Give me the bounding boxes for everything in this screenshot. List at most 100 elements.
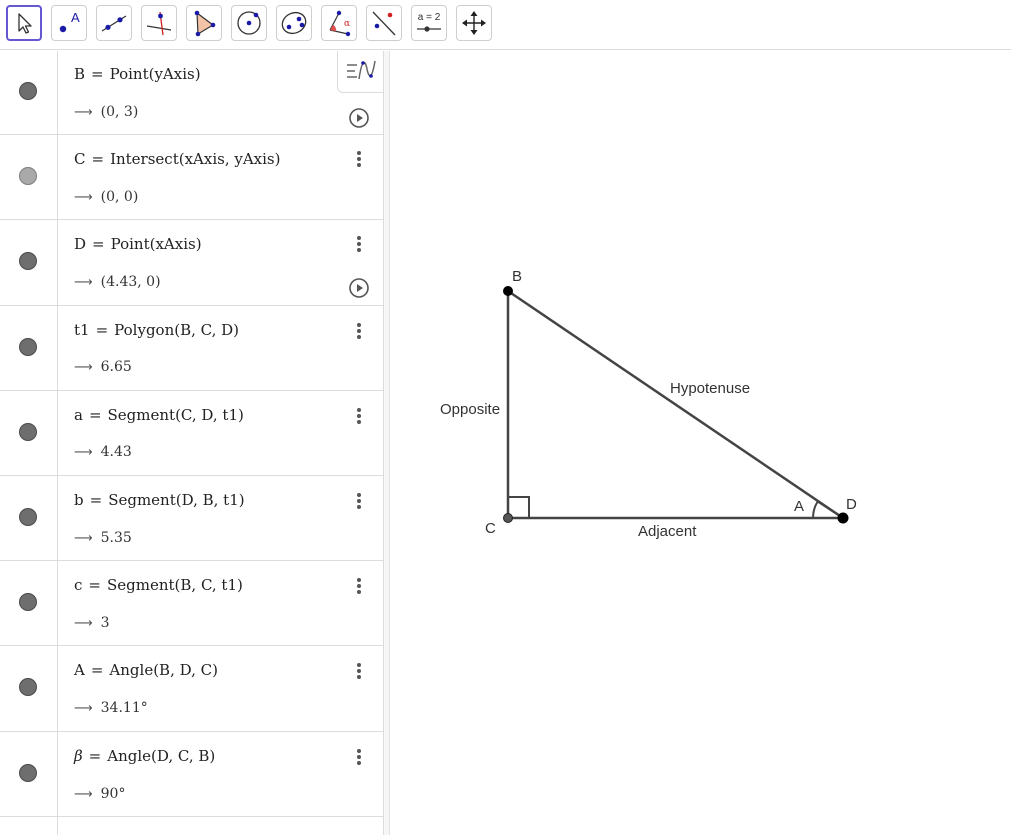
algebra-row-a[interactable]: a = Segment(C, D, t1) ⟶ 4.43 xyxy=(0,391,383,476)
algebra-value: ⟶ 5.35 xyxy=(74,530,132,546)
more-options-button[interactable] xyxy=(351,406,367,426)
graphics-view[interactable]: B C D A Opposite Hypotenuse Adjacent xyxy=(391,51,1011,835)
definition-text: Point(yAxis) xyxy=(109,65,201,83)
more-options-button[interactable] xyxy=(351,321,367,341)
angle-tool-button[interactable]: α xyxy=(321,5,357,41)
definition-text: Intersect(xAxis, yAxis) xyxy=(110,150,281,168)
object-name: t1 xyxy=(74,321,90,339)
algebra-definition[interactable]: A = Angle(B, D, C) xyxy=(74,661,218,679)
algebra-style-bar-button[interactable] xyxy=(337,51,383,93)
visibility-toggle[interactable] xyxy=(19,252,37,270)
label-opposite: Opposite xyxy=(440,401,500,418)
perpendicular-line-tool-button[interactable] xyxy=(141,5,177,41)
value-text: (4.43, 0) xyxy=(100,274,161,290)
move-tool-button[interactable] xyxy=(6,5,42,41)
more-options-button[interactable] xyxy=(351,149,367,169)
more-options-button[interactable] xyxy=(351,576,367,596)
algebra-view: B = Point(yAxis) ⟶ (0, 3) C = Intersect(… xyxy=(0,51,384,835)
algebra-value: ⟶ (0, 0) xyxy=(74,189,138,205)
equals-sign: = xyxy=(92,235,105,253)
visibility-toggle[interactable] xyxy=(19,764,37,782)
circle-tool-button[interactable] xyxy=(231,5,267,41)
visibility-toggle[interactable] xyxy=(19,593,37,611)
algebra-definition[interactable]: D = Point(xAxis) xyxy=(74,235,202,253)
value-text: (0, 0) xyxy=(100,189,139,205)
more-options-button[interactable] xyxy=(351,234,367,254)
algebra-input-row[interactable] xyxy=(0,817,383,835)
label-point-C: C xyxy=(485,520,496,537)
point-tool-button[interactable]: A xyxy=(51,5,87,41)
label-hypotenuse: Hypotenuse xyxy=(670,380,750,397)
play-icon xyxy=(349,108,369,128)
move-graphics-view-tool-button[interactable] xyxy=(456,5,492,41)
algebra-definition[interactable]: β = Angle(D, C, B) xyxy=(74,747,215,765)
label-adjacent: Adjacent xyxy=(638,523,697,540)
visibility-toggle[interactable] xyxy=(19,82,37,100)
more-options-button[interactable] xyxy=(351,661,367,681)
algebra-value: ⟶ (4.43, 0) xyxy=(74,274,161,290)
result-arrow: ⟶ xyxy=(74,360,93,375)
visibility-toggle[interactable] xyxy=(19,167,37,185)
point-D[interactable] xyxy=(837,512,849,524)
polygon-icon xyxy=(194,10,216,37)
result-arrow: ⟶ xyxy=(74,787,93,802)
reflect-tool-button[interactable] xyxy=(366,5,402,41)
result-arrow: ⟶ xyxy=(74,531,93,546)
algebra-row-C[interactable]: C = Intersect(xAxis, yAxis) ⟶ (0, 0) xyxy=(0,135,383,220)
algebra-row-D[interactable]: D = Point(xAxis) ⟶ (4.43, 0) xyxy=(0,220,383,306)
object-name: D xyxy=(74,235,87,253)
algebra-row-c[interactable]: c = Segment(B, C, t1) ⟶ 3 xyxy=(0,561,383,646)
visibility-toggle[interactable] xyxy=(19,508,37,526)
graphics-canvas[interactable]: B C D A Opposite Hypotenuse Adjacent xyxy=(391,51,1011,835)
visibility-toggle[interactable] xyxy=(19,678,37,696)
view-splitter[interactable] xyxy=(384,51,390,835)
line-tool-button[interactable] xyxy=(96,5,132,41)
more-options-button[interactable] xyxy=(351,491,367,511)
result-arrow: ⟶ xyxy=(74,701,93,716)
object-name: A xyxy=(74,661,85,679)
algebra-definition[interactable]: c = Segment(B, C, t1) xyxy=(74,576,243,594)
toolbar: A α a = 2 xyxy=(0,0,1011,50)
algebra-value: ⟶ (0, 3) xyxy=(74,104,138,120)
marble-column xyxy=(0,561,58,645)
point-B[interactable] xyxy=(503,286,513,296)
definition-text: Point(xAxis) xyxy=(110,235,202,253)
slider-tool-label: a = 2 xyxy=(418,12,441,23)
polygon-tool-button[interactable] xyxy=(186,5,222,41)
algebra-row-B[interactable]: B = Point(yAxis) ⟶ (0, 3) xyxy=(0,51,383,135)
value-text: 6.65 xyxy=(100,359,132,375)
perpendicular-line-icon xyxy=(146,11,172,36)
object-name: C xyxy=(74,150,86,168)
algebra-definition[interactable]: b = Segment(D, B, t1) xyxy=(74,491,245,509)
label-angle-A: A xyxy=(794,498,804,515)
algebra-definition[interactable]: t1 = Polygon(B, C, D) xyxy=(74,321,239,339)
equals-sign: = xyxy=(89,491,103,509)
more-options-button[interactable] xyxy=(351,747,367,767)
algebra-definition[interactable]: B = Point(yAxis) xyxy=(74,65,201,83)
algebra-value: ⟶ 4.43 xyxy=(74,444,132,460)
equals-sign: = xyxy=(88,747,102,765)
ellipse-tool-button[interactable] xyxy=(276,5,312,41)
point-C[interactable] xyxy=(503,513,513,523)
algebra-row-t1[interactable]: t1 = Polygon(B, C, D) ⟶ 6.65 xyxy=(0,306,383,391)
segment-b-hypotenuse[interactable] xyxy=(507,289,844,520)
object-name: B xyxy=(74,65,86,83)
play-animation-button[interactable] xyxy=(348,107,370,129)
ellipse-icon xyxy=(281,11,307,35)
definition-text: Segment(D, B, t1) xyxy=(108,491,245,509)
play-animation-button[interactable] xyxy=(348,277,370,299)
algebra-row-A[interactable]: A = Angle(B, D, C) ⟶ 34.11° xyxy=(0,646,383,732)
visibility-toggle[interactable] xyxy=(19,338,37,356)
marble-column xyxy=(0,135,58,219)
marble-column xyxy=(0,732,58,816)
algebra-row-beta[interactable]: β = Angle(D, C, B) ⟶ 90° xyxy=(0,732,383,817)
algebra-definition[interactable]: C = Intersect(xAxis, yAxis) xyxy=(74,150,280,168)
algebra-definition[interactable]: a = Segment(C, D, t1) xyxy=(74,406,244,424)
slider-tool-button[interactable]: a = 2 xyxy=(411,5,447,41)
algebra-row-b[interactable]: b = Segment(D, B, t1) ⟶ 5.35 xyxy=(0,476,383,561)
definition-text: Angle(D, C, B) xyxy=(107,747,216,765)
equals-sign: = xyxy=(88,576,101,594)
value-text: 3 xyxy=(100,615,110,631)
marble-column xyxy=(0,306,58,390)
visibility-toggle[interactable] xyxy=(19,423,37,441)
